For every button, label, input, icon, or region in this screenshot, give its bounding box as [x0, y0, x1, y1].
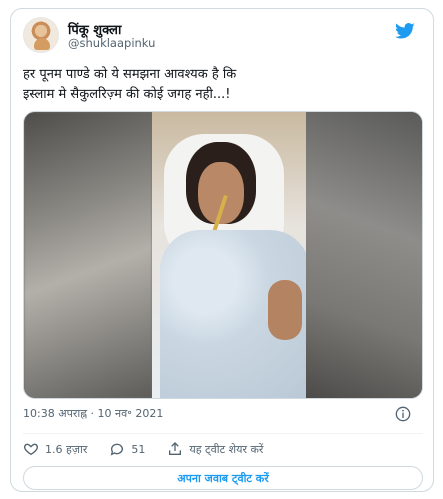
tweet-timestamp[interactable]: 10:38 अपराह्न · 10 नव॰ 2021: [23, 406, 163, 421]
heart-icon: [23, 443, 39, 456]
tweet-actions: 1.6 हज़ार 51 यह ट्वीट शेयर करें: [23, 440, 285, 458]
reply-count: 51: [131, 442, 146, 456]
share-icon: [169, 442, 182, 455]
twitter-bird-icon[interactable]: [394, 21, 416, 41]
tweet-photo[interactable]: [23, 111, 423, 399]
avatar[interactable]: [23, 17, 59, 53]
like-button[interactable]: 1.6 हज़ार: [23, 441, 87, 457]
comment-icon: [111, 443, 124, 456]
like-count: 1.6 हज़ार: [45, 442, 88, 456]
info-icon[interactable]: [395, 406, 411, 422]
divider: [23, 433, 423, 434]
tweet-text: हर पूनम पाण्डे को ये समझना आवश्यक है कि …: [23, 67, 237, 102]
share-button[interactable]: यह ट्वीट शेयर करें: [167, 441, 263, 457]
share-label: यह ट्वीट शेयर करें: [189, 442, 264, 456]
author-handle[interactable]: @shuklaapinku: [68, 36, 155, 50]
reply-tweet-button[interactable]: अपना जवाब ट्वीट करें: [23, 466, 423, 490]
reply-action-button[interactable]: 51: [109, 441, 145, 457]
tweet-card: पिंकू शुक्ला @shuklaapinku हर पूनम पाण्ड…: [10, 8, 434, 492]
